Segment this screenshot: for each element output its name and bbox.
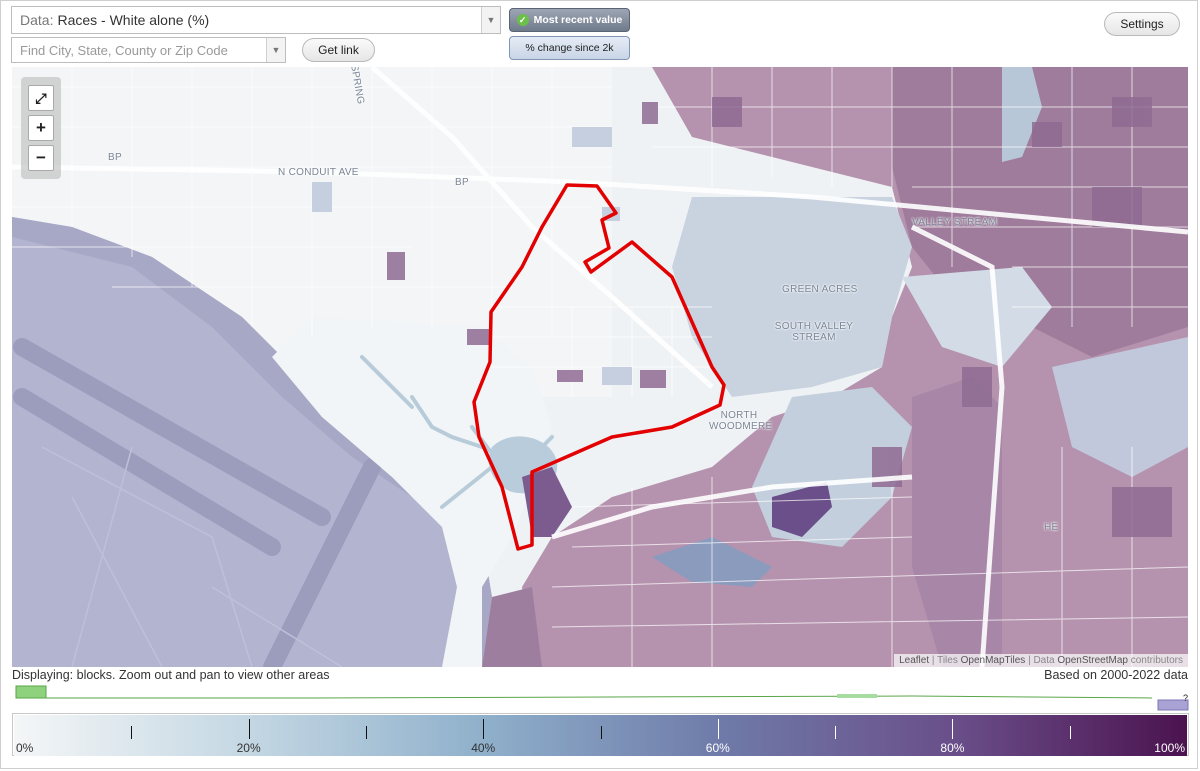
data-range-note: Based on 2000-2022 data — [1044, 668, 1188, 682]
most-recent-value-label: Most recent value — [533, 14, 623, 26]
map-attribution: Leaflet | Tiles OpenMapTiles | Data Open… — [894, 654, 1188, 667]
legend-minor-tick — [835, 726, 836, 739]
legend-label: 0% — [16, 741, 34, 755]
map-label-bp: BP — [455, 177, 469, 188]
legend-label: 60% — [705, 741, 730, 755]
search-placeholder: Find City, State, County or Zip Code — [20, 42, 228, 58]
legend-label: 40% — [471, 741, 496, 755]
data-select-value: Races - White alone (%) — [57, 12, 210, 28]
map-view[interactable]: BP N CONDUIT AVE BP SPRING VALLEY STREAM… — [12, 67, 1188, 667]
legend-label: 80% — [940, 741, 965, 755]
value-histogram: ? — [15, 685, 1189, 711]
map-label-north-woodmere: NORTH WOODMERE — [709, 410, 773, 432]
choropleth-map — [12, 67, 1188, 667]
percent-change-toggle[interactable]: % change since 2k — [509, 36, 630, 60]
legend-minor-tick — [601, 726, 602, 739]
chevron-down-icon[interactable]: ▼ — [481, 7, 500, 33]
check-icon: ✓ — [516, 14, 529, 26]
legend-major-tick — [483, 719, 484, 739]
zoom-in-button[interactable]: + — [28, 115, 54, 141]
legend-label: 20% — [236, 741, 261, 755]
map-label-green-acres: GREEN ACRES — [782, 284, 858, 295]
location-search-input[interactable]: Find City, State, County or Zip Code ▼ — [11, 37, 286, 63]
map-label-bp: BP — [108, 152, 122, 163]
color-legend: 0% 20% 40% 60% 80% 100% — [12, 713, 1189, 756]
chevron-down-icon[interactable]: ▼ — [266, 38, 285, 62]
data-select[interactable]: Data: Races - White alone (%) ▼ — [11, 6, 501, 34]
map-label-he: HE — [1044, 522, 1059, 533]
data-select-prefix: Data: — [20, 12, 54, 28]
settings-button[interactable]: Settings — [1104, 12, 1180, 36]
legend-minor-tick — [366, 726, 367, 739]
zoom-control: ⤢ + − — [21, 77, 61, 179]
legend-major-tick — [249, 719, 250, 739]
contributors-label: contributors — [1130, 655, 1183, 666]
map-label-conduit-ave: N CONDUIT AVE — [278, 167, 359, 178]
get-link-button[interactable]: Get link — [302, 38, 375, 62]
fit-bounds-button[interactable]: ⤢ — [28, 85, 54, 111]
tiles-label: Tiles — [937, 655, 958, 666]
histogram-unknown-label: ? — [1183, 693, 1188, 703]
leaflet-link[interactable]: Leaflet — [899, 655, 929, 666]
zoom-out-button[interactable]: − — [28, 145, 54, 171]
openstreetmap-link[interactable]: OpenStreetMap — [1057, 655, 1128, 666]
data-label: Data — [1033, 655, 1055, 666]
legend-major-tick — [718, 719, 719, 739]
legend-label: 100% — [1154, 741, 1185, 755]
map-label-valley-stream: VALLEY STREAM — [912, 217, 998, 228]
displaying-status: Displaying: blocks. Zoom out and pan to … — [12, 668, 330, 682]
most-recent-value-toggle[interactable]: ✓ Most recent value — [509, 8, 630, 32]
legend-minor-tick — [131, 726, 132, 739]
legend-minor-tick — [1070, 726, 1071, 739]
legend-major-tick — [952, 719, 953, 739]
openmaptiles-link[interactable]: OpenMapTiles — [961, 655, 1026, 666]
map-label-south-valley-stream: SOUTH VALLEY STREAM — [774, 321, 854, 343]
